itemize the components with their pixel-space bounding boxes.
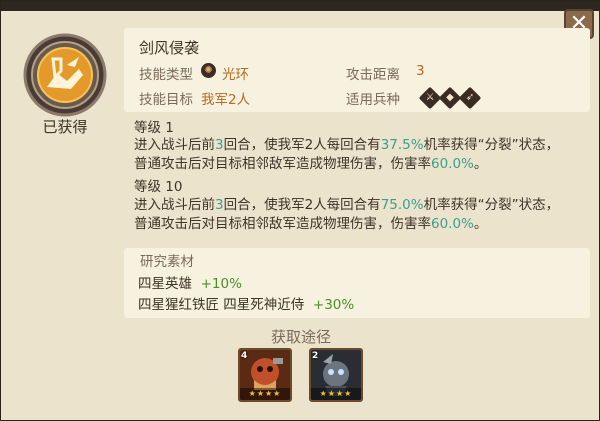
- skill-target-value: 我军2人: [201, 92, 251, 108]
- attack-range-value: 3: [416, 63, 425, 79]
- level-10-label: 等级 10: [134, 179, 183, 195]
- hero-card-death-attendant[interactable]: 2 ★★★★: [309, 348, 363, 402]
- research-materials-card: 研究素材 四星英雄 +10% 四星猩红铁匠 四星死神近侍 +30%: [124, 248, 590, 318]
- level-1-label: 等级 1: [134, 120, 174, 136]
- attack-range-label: 攻击距离: [346, 67, 400, 83]
- skill-detail-panel: ✕ 已获得 剑风侵袭 技能类型 ✺ 光环 攻击距离 3 技能目标 我军2人 适用…: [0, 0, 600, 421]
- hero-level-tag: 2: [312, 351, 319, 361]
- sword-icon: ⚔: [418, 86, 442, 110]
- bow-icon: ➶: [458, 86, 482, 110]
- skill-emblem-icon: [23, 33, 107, 117]
- research-title: 研究素材: [140, 254, 194, 270]
- hero-level-tag: 4: [241, 351, 248, 361]
- skill-name: 剑风侵袭: [139, 39, 200, 57]
- skill-type-value: 光环: [222, 67, 249, 83]
- research-row: 四星猩红铁匠 四星死神近侍 +30%: [138, 297, 355, 313]
- skill-info-card: 剑风侵袭 技能类型 ✺ 光环 攻击距离 3 技能目标 我军2人 适用兵种 ⚔ ◆…: [124, 28, 590, 112]
- troop-types-label: 适用兵种: [346, 92, 400, 108]
- hero-card-red-blacksmith[interactable]: 4 ★★★★: [238, 348, 292, 402]
- obtained-label: 已获得: [42, 118, 88, 136]
- obtain-title: 获取途径: [270, 328, 331, 346]
- level-10-description: 进入战斗后前3回合，使我军2人每回合有75.0%机率获得“分裂”状态， 普通攻击…: [134, 197, 560, 232]
- top-border: [1, 1, 600, 11]
- level-1-description: 进入战斗后前3回合，使我军2人每回合有37.5%机率获得“分裂”状态， 普通攻击…: [134, 137, 560, 172]
- star-rating: ★★★★: [240, 388, 290, 400]
- research-row: 四星英雄 +10%: [138, 276, 242, 292]
- skill-target-label: 技能目标: [139, 92, 193, 108]
- halo-icon: ✺: [201, 63, 216, 78]
- skill-type-label: 技能类型: [139, 67, 193, 83]
- shield-icon: ◆: [438, 86, 462, 110]
- star-rating: ★★★★: [311, 388, 361, 400]
